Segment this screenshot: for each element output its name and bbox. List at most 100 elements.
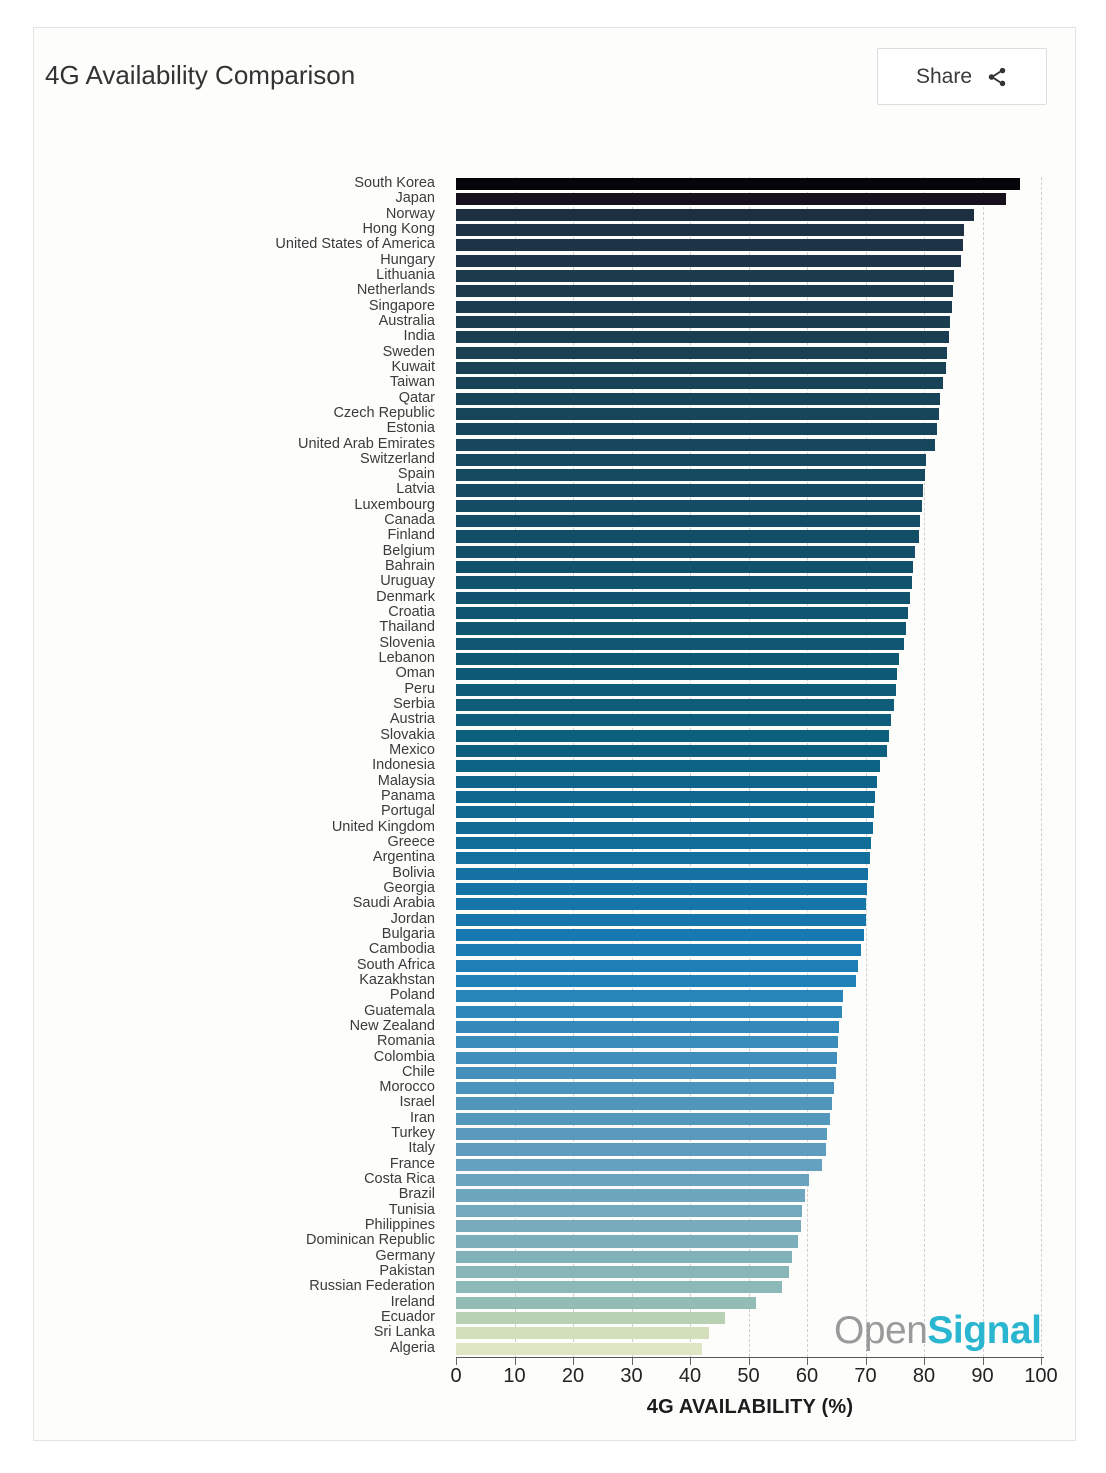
- bar[interactable]: [456, 178, 1020, 191]
- bar-row: France: [390, 1156, 1041, 1173]
- bar[interactable]: [456, 469, 926, 482]
- bar[interactable]: [456, 944, 861, 957]
- bar[interactable]: [456, 653, 900, 666]
- bar[interactable]: [456, 1342, 702, 1355]
- bar[interactable]: [456, 515, 921, 528]
- bar[interactable]: [456, 699, 895, 712]
- bar-category-label: Greece: [387, 833, 435, 850]
- bar[interactable]: [456, 867, 869, 880]
- bar[interactable]: [456, 392, 941, 405]
- bar-category-label: Estonia: [386, 420, 435, 437]
- bar[interactable]: [456, 1112, 830, 1125]
- bar[interactable]: [456, 1082, 835, 1095]
- bar[interactable]: [456, 423, 938, 436]
- bar[interactable]: [456, 745, 887, 758]
- bar-row: Pakistan: [379, 1263, 1041, 1280]
- bar-row: Bolivia: [392, 865, 1041, 882]
- bar[interactable]: [456, 1020, 840, 1033]
- bar[interactable]: [456, 285, 954, 298]
- bar[interactable]: [456, 545, 916, 558]
- bar[interactable]: [456, 346, 948, 359]
- bar[interactable]: [456, 530, 920, 543]
- bar[interactable]: [456, 1220, 802, 1233]
- bar-category-label: Poland: [389, 987, 435, 1004]
- bar[interactable]: [456, 852, 871, 865]
- bar[interactable]: [456, 729, 889, 742]
- bar[interactable]: [456, 775, 878, 788]
- bar[interactable]: [456, 1312, 726, 1325]
- bar[interactable]: [456, 1204, 803, 1217]
- bar[interactable]: [456, 1005, 842, 1018]
- bar[interactable]: [456, 1066, 837, 1079]
- bar-category-label: Hungary: [380, 251, 435, 268]
- bar[interactable]: [456, 1128, 828, 1141]
- bar[interactable]: [456, 361, 946, 374]
- bar[interactable]: [456, 223, 965, 237]
- bar[interactable]: [456, 760, 881, 773]
- bar-category-label: Australia: [378, 312, 435, 329]
- bar-category-label: Kazakhstan: [359, 971, 435, 988]
- share-button[interactable]: Share: [877, 48, 1047, 105]
- bar[interactable]: [456, 668, 898, 681]
- bar[interactable]: [456, 1036, 838, 1049]
- bar[interactable]: [456, 591, 910, 604]
- bar-row: Germany: [375, 1248, 1041, 1265]
- bar[interactable]: [456, 239, 964, 252]
- bar[interactable]: [456, 453, 927, 466]
- bar[interactable]: [456, 254, 962, 267]
- bar[interactable]: [456, 315, 951, 329]
- x-tick-label: 20: [561, 1365, 585, 1387]
- bar[interactable]: [456, 928, 865, 942]
- bar[interactable]: [456, 561, 914, 574]
- bar[interactable]: [456, 974, 856, 987]
- bar[interactable]: [456, 622, 907, 635]
- bar[interactable]: [456, 990, 844, 1003]
- x-tick-mark: [631, 1358, 633, 1365]
- bar[interactable]: [456, 1189, 805, 1202]
- bar[interactable]: [456, 1250, 792, 1263]
- bar[interactable]: [456, 438, 935, 451]
- bar[interactable]: [456, 637, 904, 650]
- bar[interactable]: [456, 484, 924, 497]
- bar[interactable]: [456, 821, 873, 834]
- bar[interactable]: [456, 1051, 837, 1064]
- bar[interactable]: [456, 300, 953, 313]
- bar-row: Lithuania: [376, 267, 1041, 284]
- bar-row: Iran: [410, 1110, 1041, 1127]
- bar[interactable]: [456, 499, 922, 512]
- bar[interactable]: [456, 331, 949, 344]
- bar[interactable]: [456, 1281, 783, 1294]
- bar[interactable]: [456, 836, 872, 850]
- bar[interactable]: [456, 193, 1007, 206]
- bar-row: Dominican Republic: [306, 1232, 1041, 1249]
- bar-row: Estonia: [387, 420, 1041, 437]
- bar[interactable]: [456, 576, 913, 589]
- bar[interactable]: [456, 913, 866, 926]
- bar[interactable]: [456, 1174, 809, 1187]
- bar[interactable]: [456, 683, 896, 696]
- bar[interactable]: [456, 1296, 756, 1309]
- bar[interactable]: [456, 898, 867, 911]
- bar[interactable]: [456, 407, 939, 420]
- chart-area: South Korea Japan Norway Hong Kong United St…: [34, 132, 1077, 1442]
- bar[interactable]: [456, 1097, 833, 1110]
- bar[interactable]: [456, 1327, 709, 1340]
- bar[interactable]: [456, 377, 944, 390]
- bar-row: Hungary: [380, 252, 1041, 269]
- bar-category-label: South Africa: [356, 956, 435, 973]
- x-tick-label: 80: [912, 1365, 936, 1387]
- bar[interactable]: [456, 607, 909, 620]
- bar[interactable]: [456, 269, 955, 283]
- bar-category-label: Romania: [376, 1033, 435, 1050]
- bar[interactable]: [456, 790, 875, 804]
- bar[interactable]: [456, 208, 974, 221]
- bar[interactable]: [456, 959, 859, 972]
- bar-row: Bulgaria: [382, 926, 1041, 943]
- bar[interactable]: [456, 1235, 798, 1248]
- bar[interactable]: [456, 714, 892, 727]
- bar[interactable]: [456, 1266, 790, 1279]
- bar[interactable]: [456, 882, 868, 896]
- bar[interactable]: [456, 1158, 822, 1171]
- bar[interactable]: [456, 806, 874, 819]
- bar[interactable]: [456, 1143, 826, 1156]
